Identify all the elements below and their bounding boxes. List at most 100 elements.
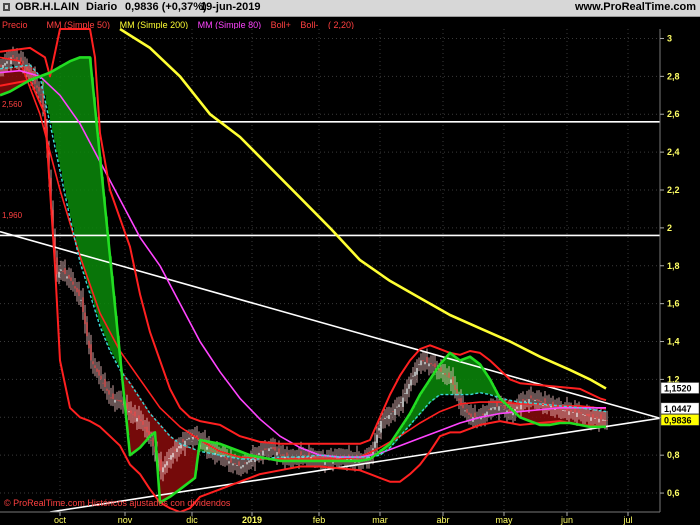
cloud-slice	[56, 69, 58, 153]
candle-body	[150, 439, 152, 441]
candle-body	[562, 410, 564, 412]
y-tick-label: 0,6	[667, 488, 680, 498]
candle-body	[494, 407, 496, 410]
candle-body	[118, 400, 120, 402]
cloud-slice	[428, 382, 430, 405]
candle-body	[236, 465, 238, 466]
cloud-slice	[458, 358, 460, 395]
candle-body	[64, 268, 66, 275]
cloud-slice	[78, 58, 80, 254]
candle-body	[588, 413, 590, 417]
cloud-slice	[58, 68, 60, 162]
cloud-slice	[188, 446, 190, 484]
price-tags: 1,1520 1,04470,9836	[660, 382, 700, 426]
candle-body	[388, 415, 390, 419]
y-tick-label: 1,4	[667, 337, 680, 347]
candle-body	[206, 446, 208, 450]
cloud-slice	[66, 63, 68, 200]
candle-body	[580, 412, 582, 414]
cloud-slice	[82, 57, 84, 269]
price-tag-label: 0,9836	[664, 415, 692, 425]
candle-body	[268, 448, 270, 452]
candle-body	[140, 419, 142, 422]
cloud-slice	[48, 73, 50, 115]
cloud-slice	[72, 60, 74, 228]
cloud-slice	[74, 59, 76, 236]
candle-body	[90, 344, 92, 361]
candle-body	[2, 64, 4, 69]
x-tick-label: may	[495, 515, 513, 525]
candle-body	[382, 419, 384, 421]
candle-body	[446, 375, 448, 377]
candle-body	[384, 418, 386, 420]
cloud-slice	[468, 357, 470, 395]
candle-body	[192, 436, 194, 440]
cloud-slice	[416, 402, 418, 419]
candle-body	[246, 461, 248, 465]
cloud-slice	[46, 74, 48, 105]
candle-body	[294, 457, 296, 459]
candle-body	[120, 399, 122, 403]
candle-body	[396, 406, 398, 408]
cloud-slice	[470, 356, 472, 395]
x-tick-label: jun	[560, 515, 573, 525]
candle-body	[564, 410, 566, 412]
candle-body	[586, 413, 588, 416]
candle-body	[102, 382, 104, 384]
cloud-slice	[94, 97, 96, 308]
candle-body	[532, 398, 534, 400]
cloud-slice	[88, 57, 90, 288]
candle-body	[410, 379, 412, 386]
candle-body	[490, 407, 492, 411]
cloud-slice	[182, 444, 184, 488]
cloud-slice	[172, 437, 174, 496]
candle-body	[62, 270, 64, 272]
candle-body	[134, 411, 136, 417]
candle-body	[38, 87, 40, 92]
candle-body	[122, 404, 124, 406]
candle-body	[400, 402, 402, 403]
copyright-text: © ProRealTime.com Históricos ajustados c…	[4, 498, 231, 508]
candle-body	[560, 408, 562, 410]
y-tick-label: 1,6	[667, 299, 680, 309]
candle-body	[138, 415, 140, 420]
candle-body	[416, 368, 418, 375]
candle-body	[220, 455, 222, 458]
x-tick-label: 2019	[242, 515, 262, 525]
candle-body	[100, 375, 102, 380]
candle-body	[262, 450, 264, 456]
candle-body	[444, 373, 446, 375]
candle-body	[378, 427, 380, 431]
candle-body	[136, 418, 138, 422]
candle-body	[174, 449, 176, 451]
candle-body	[424, 361, 426, 365]
candle-body	[606, 419, 608, 421]
y-axis-bg	[660, 29, 700, 512]
candle-body	[82, 297, 84, 312]
candle-body	[232, 463, 234, 466]
candle-body	[538, 399, 540, 402]
price-chart[interactable]: 32,82,62,42,221,81,61,41,210,80,6octnovd…	[0, 0, 700, 525]
candle-body	[408, 383, 410, 389]
cloud-slice	[80, 57, 82, 262]
candle-body	[14, 58, 16, 60]
x-tick-label: dic	[186, 515, 198, 525]
candle-body	[500, 405, 502, 406]
candle-body	[536, 399, 538, 401]
cloud-slice	[92, 77, 94, 301]
candle-body	[534, 399, 536, 402]
candle-body	[438, 369, 440, 371]
candle-body	[238, 461, 240, 466]
candle-body	[78, 289, 80, 297]
candle-body	[128, 411, 130, 413]
candle-body	[374, 441, 376, 448]
cloud-slice	[432, 376, 434, 401]
candle-body	[492, 407, 494, 409]
cloud-slice	[54, 70, 56, 143]
candle-body	[212, 450, 214, 453]
cloud-slice	[44, 74, 46, 96]
chart-window: OBR.H.LAIN Diario 0,9836 (+0,37%) 19-jun…	[0, 0, 700, 525]
candle-body	[190, 435, 192, 437]
candle-body	[166, 461, 168, 466]
cloud-slice	[62, 65, 64, 181]
